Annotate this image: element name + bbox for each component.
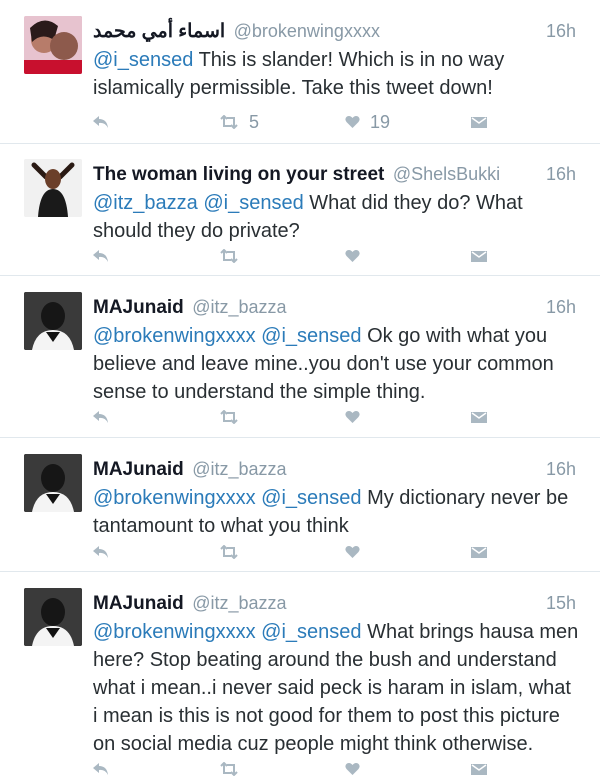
tweet-content: اسماء أمي محمد @brokenwingxxxx 16h @i_se… — [93, 16, 580, 102]
timeline: اسماء أمي محمد @brokenwingxxxx 16h @i_se… — [0, 0, 600, 781]
retweet-button[interactable] — [219, 757, 239, 781]
tweet-header: The woman living on your street @ShelsBu… — [93, 159, 580, 189]
tweet-text: @brokenwingxxxx @i_sensed What brings ha… — [93, 618, 580, 758]
author-name[interactable]: MAJunaid — [93, 459, 184, 480]
tweet-mentions[interactable]: @itz_bazza @i_sensed — [93, 192, 304, 214]
tweet-header: MAJunaid @itz_bazza 16h — [93, 454, 580, 484]
direct-message-icon — [471, 251, 487, 262]
avatar[interactable] — [24, 16, 82, 74]
direct-message-button[interactable] — [471, 540, 487, 564]
tweet-text: @brokenwingxxxx @i_sensed Ok go with wha… — [93, 322, 580, 406]
heart-icon — [345, 411, 360, 423]
tweet-header: MAJunaid @itz_bazza 15h — [93, 588, 580, 618]
like-count: 19 — [370, 111, 391, 132]
tweet-mentions[interactable]: @brokenwingxxxx @i_sensed — [93, 325, 362, 347]
avatar-photo — [24, 454, 82, 512]
retweet-icon — [220, 410, 238, 424]
avatar-photo — [24, 16, 82, 74]
retweet-button[interactable]: 5 — [219, 110, 259, 134]
tweet[interactable]: MAJunaid @itz_bazza 16h @brokenwingxxxx … — [0, 276, 600, 438]
tweet[interactable]: MAJunaid @itz_bazza 16h @brokenwingxxxx … — [0, 438, 600, 572]
retweet-button[interactable] — [219, 405, 239, 429]
retweet-button[interactable] — [219, 540, 239, 564]
author-handle[interactable]: @ShelsBukki — [393, 164, 500, 184]
author-name[interactable]: MAJunaid — [93, 297, 184, 318]
author-handle[interactable]: @itz_bazza — [192, 593, 286, 613]
avatar-photo — [24, 292, 82, 350]
author-name[interactable]: The woman living on your street — [93, 164, 384, 185]
tweet-text: @i_sensed This is slander! Which is in n… — [93, 46, 580, 102]
like-button[interactable] — [345, 757, 360, 781]
tweet-content: MAJunaid @itz_bazza 16h @brokenwingxxxx … — [93, 454, 580, 540]
tweet-time[interactable]: 16h — [546, 159, 576, 189]
author-name[interactable]: MAJunaid — [93, 593, 184, 614]
retweet-icon — [220, 115, 238, 129]
direct-message-icon — [471, 547, 487, 558]
avatar-photo — [24, 159, 82, 217]
heart-icon — [345, 250, 360, 262]
like-button[interactable]: 19 — [345, 110, 390, 134]
tweet-content: MAJunaid @itz_bazza 15h @brokenwingxxxx … — [93, 588, 580, 758]
reply-button[interactable] — [93, 110, 109, 134]
tweet[interactable]: اسماء أمي محمد @brokenwingxxxx 16h @i_se… — [0, 0, 600, 144]
tweet[interactable]: The woman living on your street @ShelsBu… — [0, 144, 600, 276]
direct-message-icon — [471, 117, 487, 128]
reply-button[interactable] — [93, 405, 109, 429]
avatar-photo — [24, 588, 82, 646]
author-handle[interactable]: @itz_bazza — [192, 459, 286, 479]
like-button[interactable] — [345, 244, 360, 268]
tweet-actions — [93, 244, 493, 268]
tweet-time[interactable]: 16h — [546, 16, 576, 46]
direct-message-icon — [471, 412, 487, 423]
retweet-count: 5 — [249, 111, 260, 132]
reply-icon — [93, 763, 108, 775]
direct-message-button[interactable] — [471, 757, 487, 781]
tweet[interactable]: MAJunaid @itz_bazza 15h @brokenwingxxxx … — [0, 572, 600, 781]
retweet-icon — [220, 762, 238, 776]
author-name[interactable]: اسماء أمي محمد — [93, 21, 225, 42]
heart-icon — [345, 116, 360, 128]
avatar[interactable] — [24, 454, 82, 512]
author-handle[interactable]: @brokenwingxxxx — [234, 21, 380, 41]
reply-icon — [93, 411, 108, 423]
retweet-icon — [220, 249, 238, 263]
reply-icon — [93, 546, 108, 558]
avatar[interactable] — [24, 588, 82, 646]
direct-message-button[interactable] — [471, 405, 487, 429]
tweet-mentions[interactable]: @brokenwingxxxx @i_sensed — [93, 621, 362, 643]
tweet-mentions[interactable]: @brokenwingxxxx @i_sensed — [93, 487, 362, 509]
tweet-actions — [93, 405, 493, 429]
like-button[interactable] — [345, 405, 360, 429]
direct-message-button[interactable] — [471, 244, 487, 268]
tweet-header: MAJunaid @itz_bazza 16h — [93, 292, 580, 322]
reply-button[interactable] — [93, 244, 109, 268]
reply-icon — [93, 250, 108, 262]
retweet-button[interactable] — [219, 244, 239, 268]
tweet-content: The woman living on your street @ShelsBu… — [93, 159, 580, 245]
like-button[interactable] — [345, 540, 360, 564]
heart-icon — [345, 546, 360, 558]
author-handle[interactable]: @itz_bazza — [192, 297, 286, 317]
tweet-actions: 5 19 — [93, 110, 493, 134]
tweet-content: MAJunaid @itz_bazza 16h @brokenwingxxxx … — [93, 292, 580, 406]
avatar[interactable] — [24, 292, 82, 350]
tweet-text: @brokenwingxxxx @i_sensed My dictionary … — [93, 484, 580, 540]
reply-icon — [93, 116, 108, 128]
tweet-time[interactable]: 16h — [546, 454, 576, 484]
tweet-mentions[interactable]: @i_sensed — [93, 49, 193, 71]
tweet-time[interactable]: 15h — [546, 588, 576, 618]
avatar[interactable] — [24, 159, 82, 217]
tweet-header: اسماء أمي محمد @brokenwingxxxx 16h — [93, 16, 580, 46]
reply-button[interactable] — [93, 757, 109, 781]
tweet-actions — [93, 757, 493, 781]
retweet-icon — [220, 545, 238, 559]
reply-button[interactable] — [93, 540, 109, 564]
direct-message-button[interactable] — [471, 110, 487, 134]
heart-icon — [345, 763, 360, 775]
tweet-actions — [93, 540, 493, 564]
tweet-time[interactable]: 16h — [546, 292, 576, 322]
direct-message-icon — [471, 764, 487, 775]
tweet-text: @itz_bazza @i_sensed What did they do? W… — [93, 189, 580, 245]
